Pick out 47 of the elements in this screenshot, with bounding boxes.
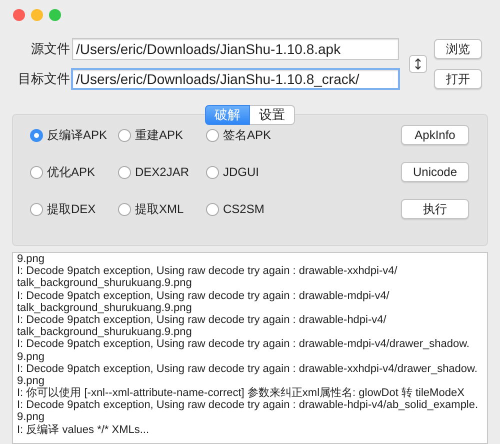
field-label: 目标文件 [17,70,70,88]
log-line: 9.png [17,253,46,266]
radio-label: CS2SM [223,202,264,216]
path-field[interactable]: /Users/eric/Downloads/JianShu-1.10.8.apk [72,38,399,60]
path-field[interactable]: /Users/eric/Downloads/JianShu-1.10.8_crack/ [71,68,400,90]
radio-button[interactable] [118,166,131,178]
radio-label: 提取DEX [47,200,96,218]
radio-label: DEX2JAR [135,165,190,179]
close-icon[interactable] [13,9,25,21]
tab[interactable]: 设置 [250,105,295,125]
radio-label: JDGUI [223,165,259,179]
radio-label: 优化APK [47,164,96,180]
radio-label: 反编译APK [47,126,108,144]
radio-button[interactable] [206,128,219,142]
action-button[interactable]: Unicode [401,162,469,182]
radio-label: 重建APK [135,126,184,144]
swap-button[interactable] [409,55,427,73]
log-line: 9.png [17,374,46,387]
log-line: 9.png [17,350,46,363]
log-line: I: Decode 9patch exception, Using raw decode try again : drawable-xxhdpi-v4/drawer_shadow. [17,362,478,375]
log-line: I: Decode 9patch exception, Using raw decode try again : drawable-hdpi-v4/ab_solid_example. [17,399,480,412]
log-line: I: Decode 9patch exception, Using raw decode try again : drawable-hdpi-v4/ [17,314,388,326]
radio-button[interactable] [206,202,219,216]
zoom-icon[interactable] [49,9,61,21]
radio-button[interactable] [30,128,43,142]
action-button[interactable]: ApkInfo [401,125,469,145]
radio-button[interactable] [30,166,43,178]
log-line: talk_background_shurukuang.9.png [17,326,193,338]
file-button[interactable]: 打开 [434,69,482,89]
log-line: I: Decode 9patch exception, Using raw decode try again : drawable-mdpi-v4/ [17,290,390,302]
radio-button[interactable] [118,202,131,216]
radio-button[interactable] [206,166,219,178]
log-line: I: 反编译 values */* XMLs... [17,424,150,436]
field-label: 源文件 [30,40,70,58]
log-line: talk_background_shurukuang.9.png [17,277,193,290]
radio-button[interactable] [118,128,131,142]
log-line: I: Decode 9patch exception, Using raw decode try again : drawable-xxhdpi-v4/ [17,265,398,278]
log-line: I: Decode 9patch exception, Using raw decode try again : drawable-mdpi-v4/drawer_shadow. [17,338,470,350]
radio-label: 签名APK [223,126,272,144]
minimize-icon[interactable] [31,9,43,21]
log-line: 9.png [17,411,46,424]
action-button[interactable]: 执行 [401,199,469,219]
file-button[interactable]: 浏览 [434,39,482,59]
radio-label: 提取XML [135,200,184,218]
radio-button[interactable] [30,202,43,216]
log-line: talk_background_shurukuang.9.png [17,302,193,314]
log-line: I: 你可以使用 [-xnl--xml-attribute-name-correct] 参数来纠正xml属性名: glowDot 转 tileModeX [17,387,466,400]
